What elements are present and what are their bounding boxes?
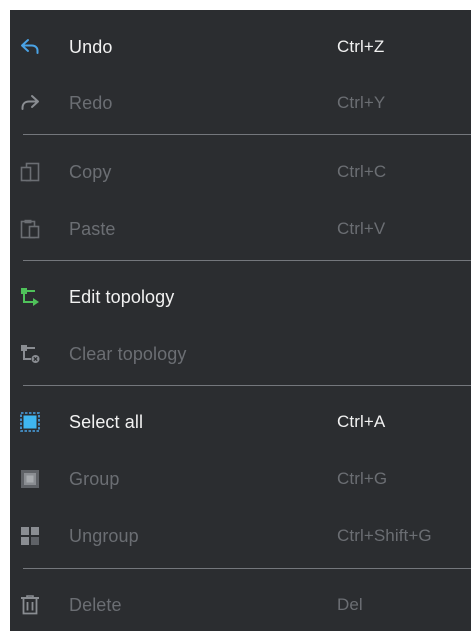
menu-item-shortcut: Del — [337, 595, 363, 614]
menu-item-label: Delete — [69, 594, 122, 615]
menu-item-label: Edit topology — [69, 286, 175, 307]
menu-separator — [23, 385, 471, 386]
menu-separator — [23, 260, 471, 261]
menu-item-copy[interactable]: Copy Ctrl+C — [10, 149, 471, 195]
menu-item-label: Redo — [69, 92, 113, 113]
menu-item-label: Paste — [69, 218, 116, 239]
group-icon — [20, 469, 40, 489]
menu-item-label: Clear topology — [69, 343, 187, 364]
menu-item-shortcut: Ctrl+A — [337, 412, 386, 431]
redo-icon — [20, 93, 40, 113]
menu-item-label: Copy — [69, 161, 112, 182]
delete-icon — [20, 595, 40, 615]
undo-icon — [20, 37, 40, 57]
menu-item-shortcut: Ctrl+V — [337, 219, 386, 238]
menu-item-shortcut: Ctrl+Shift+G — [337, 526, 432, 545]
select-all-icon — [20, 412, 40, 432]
menu-item-ungroup[interactable]: Ungroup Ctrl+Shift+G — [10, 513, 471, 559]
menu-item-shortcut: Ctrl+G — [337, 469, 388, 488]
edit-topology-icon — [20, 287, 40, 307]
menu-separator — [23, 568, 471, 569]
ungroup-icon — [20, 526, 40, 546]
menu-item-delete[interactable]: Delete Del — [10, 582, 471, 628]
edit-context-menu: Undo Ctrl+Z Redo Ctrl+Y Copy Ctrl+C Past… — [10, 10, 471, 631]
menu-item-group[interactable]: Group Ctrl+G — [10, 456, 471, 502]
menu-item-select-all[interactable]: Select all Ctrl+A — [10, 399, 471, 445]
paste-icon — [20, 219, 40, 239]
copy-icon — [20, 162, 40, 182]
menu-item-clear-topology[interactable]: Clear topology — [10, 331, 471, 377]
menu-item-paste[interactable]: Paste Ctrl+V — [10, 206, 471, 252]
menu-item-shortcut: Ctrl+Z — [337, 37, 385, 56]
menu-item-redo[interactable]: Redo Ctrl+Y — [10, 80, 471, 126]
menu-separator — [23, 134, 471, 135]
menu-item-label: Select all — [69, 411, 144, 432]
menu-item-label: Group — [69, 468, 120, 489]
menu-item-label: Ungroup — [69, 525, 139, 546]
menu-item-shortcut: Ctrl+C — [337, 162, 387, 181]
clear-topology-icon — [20, 344, 40, 364]
menu-item-undo[interactable]: Undo Ctrl+Z — [10, 24, 471, 70]
menu-item-edit-topology[interactable]: Edit topology — [10, 274, 471, 320]
menu-item-shortcut: Ctrl+Y — [337, 93, 386, 112]
menu-item-label: Undo — [69, 36, 113, 57]
